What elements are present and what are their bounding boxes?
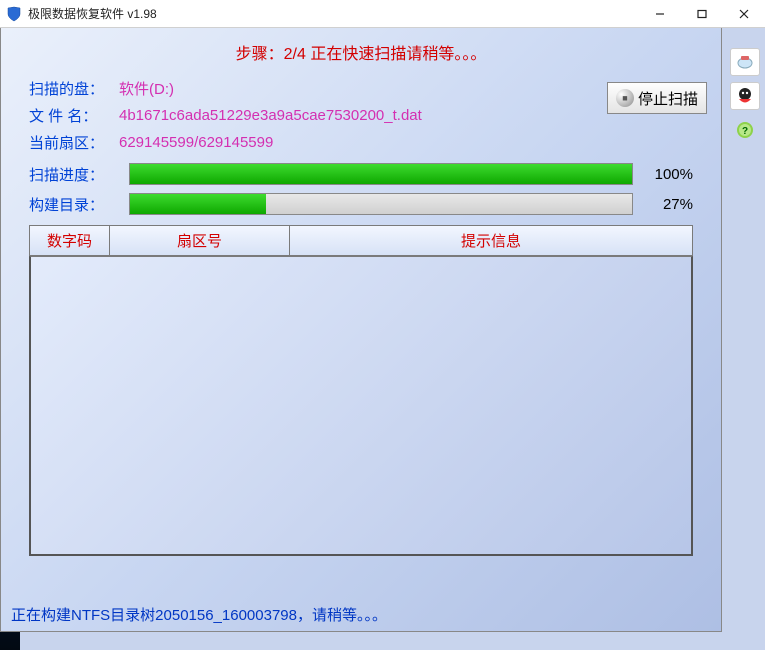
build-progress-label: 构建目录： — [29, 194, 119, 215]
side-tray: ? — [725, 40, 765, 144]
scan-progress-fill — [130, 164, 632, 184]
build-progress-row: 构建目录： 27% — [29, 193, 693, 215]
sector-label: 当前扇区： — [29, 132, 119, 153]
scan-progress-label: 扫描进度： — [29, 164, 119, 185]
build-progress-bar — [129, 193, 633, 215]
client-area: 步骤：2/4 正在快速扫描请稍等。。。 ■ 停止扫描 扫描的盘： 软件(D:) … — [0, 28, 722, 632]
window-controls — [639, 0, 765, 28]
result-table: 数字码 扇区号 提示信息 — [29, 225, 693, 556]
file-value: 4b1671c6ada51229e3a9a5cae7530200_t.dat — [119, 107, 422, 124]
build-progress-fill — [130, 194, 266, 214]
svg-text:?: ? — [742, 126, 748, 137]
col-hint[interactable]: 提示信息 — [290, 226, 692, 255]
tray-item-2[interactable] — [730, 82, 760, 110]
sector-value: 629145599/629145599 — [119, 134, 273, 151]
scan-progress-percent: 100% — [643, 166, 693, 183]
stop-icon: ■ — [616, 89, 634, 107]
table-header: 数字码 扇区号 提示信息 — [29, 225, 693, 256]
stop-scan-button[interactable]: ■ 停止扫描 — [607, 82, 707, 114]
file-label: 文 件 名： — [29, 105, 119, 126]
minimize-button[interactable] — [639, 0, 681, 28]
col-sector[interactable]: 扇区号 — [110, 226, 290, 255]
close-button[interactable] — [723, 0, 765, 28]
build-progress-percent: 27% — [643, 196, 693, 213]
titlebar: 极限数据恢复软件 v1.98 — [0, 0, 765, 28]
stop-button-label: 停止扫描 — [638, 88, 698, 109]
tray-item-3[interactable]: ? — [730, 116, 760, 144]
maximize-button[interactable] — [681, 0, 723, 28]
tray-item-1[interactable] — [730, 48, 760, 76]
window-title: 极限数据恢复软件 v1.98 — [28, 5, 157, 22]
info-block: 扫描的盘： 软件(D:) 文 件 名： 4b1671c6ada51229e3a9… — [29, 78, 693, 153]
disk-label: 扫描的盘： — [29, 78, 119, 99]
step-text: 步骤：2/4 正在快速扫描请稍等。。。 — [15, 40, 707, 64]
app-icon — [6, 6, 22, 22]
disk-value: 软件(D:) — [119, 78, 174, 99]
table-body[interactable] — [29, 256, 693, 556]
scan-progress-bar — [129, 163, 633, 185]
scan-progress-row: 扫描进度： 100% — [29, 163, 693, 185]
col-code[interactable]: 数字码 — [30, 226, 110, 255]
status-text: 正在构建NTFS目录树2050156_160003798，请稍等。。。 — [11, 604, 387, 625]
